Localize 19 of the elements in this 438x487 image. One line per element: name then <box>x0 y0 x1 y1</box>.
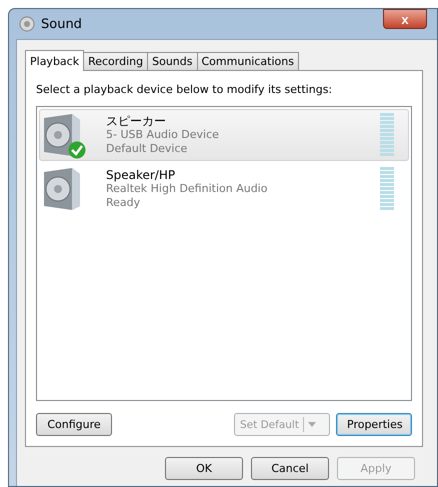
device-description: 5- USB Audio Device <box>106 128 220 142</box>
device-description: Realtek High Definition Audio <box>106 182 268 196</box>
device-item[interactable]: スピーカー 5- USB Audio Device Default Device <box>39 109 409 161</box>
button[interactable]: Properties <box>336 413 412 436</box>
instruction-text: Select a playback device below to modify its settings: <box>36 83 334 96</box>
device-name: スピーカー <box>106 114 167 128</box>
device-status: Default Device <box>106 142 188 156</box>
tab[interactable]: Recording <box>83 52 148 70</box>
button[interactable]: Cancel <box>251 457 329 480</box>
device-status: Ready <box>106 196 142 210</box>
close-button[interactable]: x <box>383 9 427 29</box>
device-item[interactable]: Speaker/HP Realtek High Definition Audio Ready <box>39 163 409 215</box>
button[interactable]: OK <box>165 457 243 480</box>
window-title: Sound <box>41 16 83 32</box>
tab[interactable]: Sounds <box>147 52 198 70</box>
device-name: Speaker/HP <box>106 168 176 182</box>
button[interactable]: Configure <box>36 413 112 436</box>
tab[interactable]: Playback <box>25 50 84 71</box>
tab[interactable]: Communications <box>196 52 299 70</box>
